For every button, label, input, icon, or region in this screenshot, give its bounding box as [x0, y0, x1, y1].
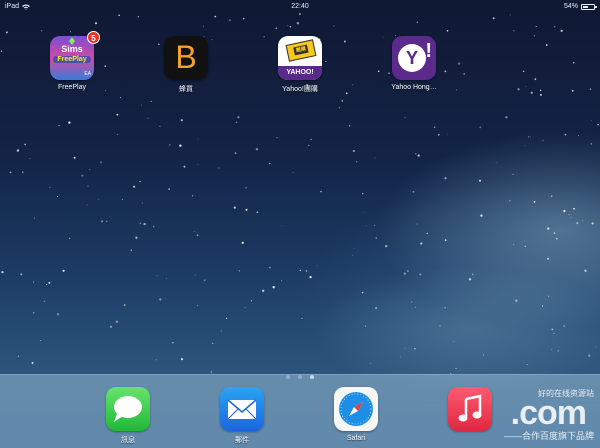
- sims-freeplay-icon: Sims FreePlay EA 5: [50, 31, 100, 80]
- app-bee[interactable]: B 蜂買: [146, 36, 226, 94]
- app-label: 蜂買: [179, 86, 193, 93]
- app-yahoo-hong-kong[interactable]: Y ! Yahoo Hong…: [374, 36, 454, 91]
- app-label: 訊息: [121, 437, 135, 444]
- mail-icon: [220, 387, 264, 431]
- app-freeplay[interactable]: Sims FreePlay EA 5 FreePlay: [32, 31, 112, 91]
- dock-app-messages[interactable]: 訊息: [88, 387, 168, 445]
- app-label: FreePlay: [57, 84, 86, 91]
- messages-icon: [106, 387, 150, 431]
- notification-badge: 5: [87, 31, 100, 44]
- b-letter-icon: B: [164, 36, 208, 80]
- battery-icon: [581, 4, 597, 10]
- battery-percent: 54%: [563, 3, 578, 10]
- yahoo-hong-kong-icon: Y !: [392, 36, 436, 80]
- dock-app-safari[interactable]: Safari: [316, 387, 396, 442]
- watermark-logo: .com: [510, 394, 587, 432]
- status-bar: iPad 22:40 54%: [0, 0, 600, 14]
- app-label: 郵件: [235, 437, 249, 444]
- yahoo-group-buy-icon: 團購 YAHOO!: [278, 36, 322, 80]
- app-yahoo-group-buy[interactable]: 團購 YAHOO! Yahoo!團購: [260, 36, 340, 94]
- home-screen: iPad 22:40 54% Sims FreePlay EA 5 FreePl…: [0, 0, 600, 448]
- app-label: Yahoo!團購: [282, 86, 318, 93]
- app-label: Safari: [346, 435, 366, 442]
- app-label: Yahoo Hong…: [391, 84, 437, 91]
- watermark: 好的在线资源站 .com ——合作百度旗下品牌: [444, 388, 594, 444]
- watermark-bottom-text: ——合作百度旗下品牌: [503, 431, 594, 441]
- dock-app-mail[interactable]: 郵件: [202, 387, 282, 445]
- safari-icon: [334, 387, 378, 431]
- clock: 22:40: [291, 3, 309, 10]
